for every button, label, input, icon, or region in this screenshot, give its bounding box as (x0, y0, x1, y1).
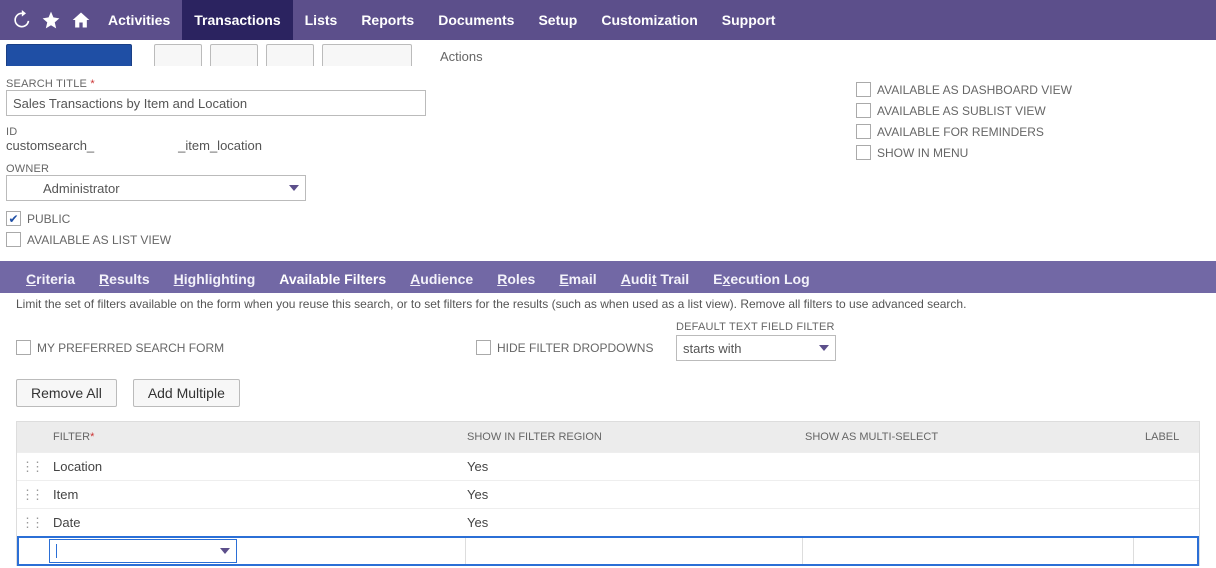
home-icon[interactable] (66, 0, 96, 40)
col-multi-header: SHOW AS MULTI-SELECT (805, 431, 1137, 443)
primary-action-button[interactable] (6, 44, 132, 66)
show-menu-checkbox-row[interactable]: SHOW IN MENU (856, 145, 1072, 160)
filter-select-editing[interactable] (49, 539, 237, 563)
col-region-header: SHOW IN FILTER REGION (467, 431, 805, 443)
id-label: ID (6, 126, 506, 138)
page-toolbar: Actions (0, 40, 1216, 66)
tab-audience[interactable]: Audience (398, 265, 485, 293)
hide-filter-dropdowns-checkbox[interactable] (476, 340, 491, 355)
show-menu-label: SHOW IN MENU (877, 146, 968, 160)
cell-filter: Item (45, 487, 467, 502)
star-icon[interactable] (36, 0, 66, 40)
dashboard-view-label: AVAILABLE AS DASHBOARD VIEW (877, 83, 1072, 97)
my-preferred-search-form-label: MY PREFERRED SEARCH FORM (37, 341, 224, 355)
filters-grid: FILTER* SHOW IN FILTER REGION SHOW AS MU… (16, 421, 1200, 566)
chevron-down-icon (819, 345, 829, 351)
owner-label: OWNER (6, 163, 506, 175)
col-filter-header: FILTER (53, 431, 90, 443)
list-view-label: AVAILABLE AS LIST VIEW (27, 233, 171, 247)
toolbar-button-4[interactable] (322, 44, 412, 66)
remove-all-button[interactable]: Remove All (16, 379, 117, 407)
tab-email[interactable]: Email (547, 265, 608, 293)
tab-roles[interactable]: Roles (485, 265, 547, 293)
nav-reports[interactable]: Reports (349, 0, 426, 40)
table-row-editing[interactable] (17, 536, 1199, 566)
drag-handle-icon[interactable] (17, 515, 45, 531)
search-title-input[interactable] (6, 90, 426, 116)
cell-region: Yes (467, 515, 805, 530)
public-checkbox[interactable] (6, 211, 21, 226)
toolbar-button-3[interactable] (266, 44, 314, 66)
col-label-header: LABEL (1137, 431, 1199, 443)
chevron-down-icon (220, 548, 230, 554)
actions-menu[interactable]: Actions (440, 49, 483, 64)
add-multiple-button[interactable]: Add Multiple (133, 379, 240, 407)
grid-header: FILTER* SHOW IN FILTER REGION SHOW AS MU… (17, 422, 1199, 452)
reminders-checkbox[interactable] (856, 124, 871, 139)
tab-audit-trail[interactable]: Audit Trail (609, 265, 701, 293)
id-prefix: customsearch_ (6, 138, 94, 153)
history-icon[interactable] (6, 0, 36, 40)
cell-filter: Location (45, 459, 467, 474)
nav-documents[interactable]: Documents (426, 0, 526, 40)
hide-filter-dropdowns-row[interactable]: HIDE FILTER DROPDOWNS (476, 340, 676, 355)
toolbar-button-2[interactable] (210, 44, 258, 66)
filter-buttons-row: Remove All Add Multiple (0, 375, 1216, 417)
cell-region: Yes (467, 459, 805, 474)
reminders-checkbox-row[interactable]: AVAILABLE FOR REMINDERS (856, 124, 1072, 139)
nav-setup[interactable]: Setup (526, 0, 589, 40)
dashboard-view-checkbox-row[interactable]: AVAILABLE AS DASHBOARD VIEW (856, 82, 1072, 97)
default-text-field-filter-value: starts with (683, 341, 742, 356)
show-menu-checkbox[interactable] (856, 145, 871, 160)
text-cursor (56, 544, 57, 558)
nav-lists[interactable]: Lists (293, 0, 350, 40)
table-row[interactable]: Date Yes (17, 508, 1199, 536)
hide-filter-dropdowns-label: HIDE FILTER DROPDOWNS (497, 341, 653, 355)
default-text-field-filter-label: DEFAULT TEXT FIELD FILTER (676, 321, 836, 333)
cell-region: Yes (467, 487, 805, 502)
reminders-label: AVAILABLE FOR REMINDERS (877, 125, 1044, 139)
public-label: PUBLIC (27, 212, 70, 226)
nav-transactions[interactable]: Transactions (182, 0, 292, 40)
cell-filter: Date (45, 515, 467, 530)
nav-support[interactable]: Support (710, 0, 788, 40)
my-preferred-search-form-checkbox[interactable] (16, 340, 31, 355)
sublist-view-checkbox-row[interactable]: AVAILABLE AS SUBLIST VIEW (856, 103, 1072, 118)
chevron-down-icon (289, 185, 299, 191)
tab-results[interactable]: Results (87, 265, 162, 293)
default-text-field-filter-select[interactable]: starts with (676, 335, 836, 361)
tab-description: Limit the set of filters available on th… (0, 293, 1216, 319)
my-preferred-search-form-row[interactable]: MY PREFERRED SEARCH FORM (16, 340, 476, 355)
nav-activities[interactable]: Activities (96, 0, 182, 40)
drag-handle-icon[interactable] (17, 487, 45, 503)
sublist-view-checkbox[interactable] (856, 103, 871, 118)
tab-available-filters[interactable]: Available Filters (267, 265, 398, 293)
owner-value: Administrator (13, 181, 120, 196)
subtab-bar: Criteria Results Highlighting Available … (0, 261, 1216, 293)
tab-criteria[interactable]: Criteria (14, 265, 87, 293)
top-nav: Activities Transactions Lists Reports Do… (0, 0, 1216, 40)
table-row[interactable]: Item Yes (17, 480, 1199, 508)
tab-execution-log[interactable]: Execution Log (701, 265, 821, 293)
tab-highlighting[interactable]: Highlighting (162, 265, 268, 293)
form-area: SEARCH TITLE * ID customsearch_ _item_lo… (0, 66, 1216, 261)
owner-select[interactable]: Administrator (6, 175, 306, 201)
tab-options: MY PREFERRED SEARCH FORM HIDE FILTER DRO… (0, 319, 1216, 375)
search-title-label: SEARCH TITLE * (6, 78, 506, 90)
list-view-checkbox-row[interactable]: AVAILABLE AS LIST VIEW (6, 232, 506, 247)
id-suffix: _item_location (178, 138, 262, 153)
sublist-view-label: AVAILABLE AS SUBLIST VIEW (877, 104, 1046, 118)
dashboard-view-checkbox[interactable] (856, 82, 871, 97)
toolbar-button-1[interactable] (154, 44, 202, 66)
drag-handle-icon[interactable] (17, 459, 45, 475)
table-row[interactable]: Location Yes (17, 452, 1199, 480)
public-checkbox-row[interactable]: PUBLIC (6, 211, 506, 226)
nav-customization[interactable]: Customization (589, 0, 709, 40)
list-view-checkbox[interactable] (6, 232, 21, 247)
